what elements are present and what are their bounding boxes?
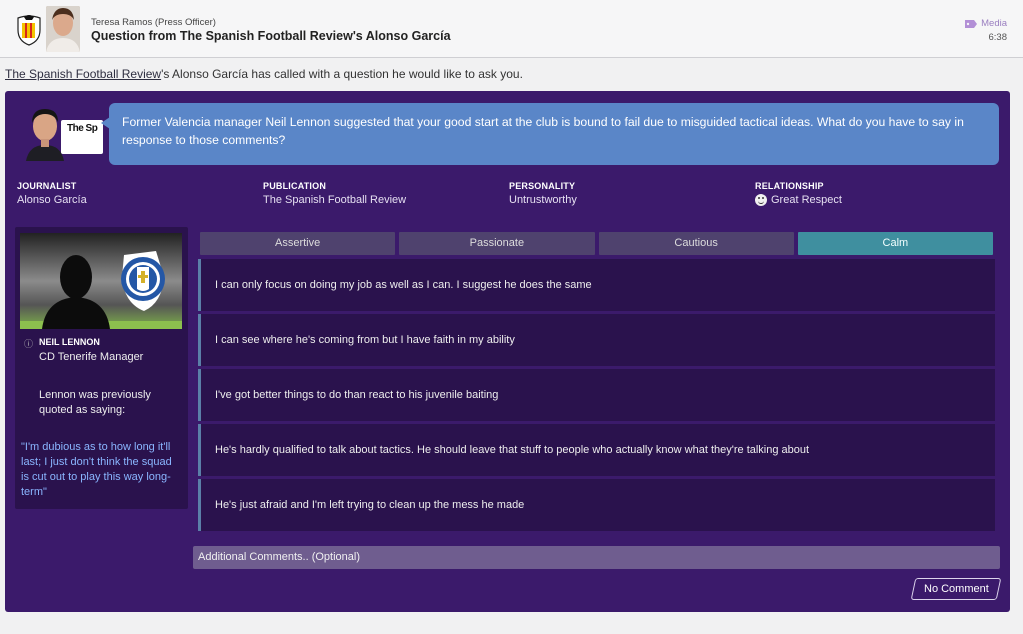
answer-list: I can only focus on doing my job as well… [198, 259, 995, 534]
personality-field: PERSONALITY Untrustworthy [509, 181, 577, 206]
answer-option[interactable]: I can see where he's coming from but I h… [198, 314, 995, 366]
relationship-value: Great Respect [771, 194, 842, 206]
relationship-field: RELATIONSHIP Great Respect [755, 181, 842, 206]
no-comment-label: No Comment [923, 583, 989, 595]
personality-value: Untrustworthy [509, 194, 577, 206]
message-header: Teresa Ramos (Press Officer) Question fr… [0, 0, 1023, 58]
press-officer-avatar [46, 6, 80, 52]
personality-label: PERSONALITY [509, 181, 576, 191]
media-label: Media [981, 18, 1007, 29]
quote-lead: Lennon was previously quoted as saying: [39, 389, 151, 416]
journalist-field: JOURNALIST Alonso García [17, 181, 87, 206]
answer-option[interactable]: He's just afraid and I'm left trying to … [198, 479, 995, 531]
tab-cautious[interactable]: Cautious [598, 232, 794, 255]
answer-option[interactable]: He's hardly qualified to talk about tact… [198, 424, 995, 476]
media-tag: Media [965, 18, 1007, 29]
no-comment-button[interactable]: No Comment [910, 578, 1002, 600]
tab-assertive[interactable]: Assertive [200, 232, 396, 255]
manager-card: ⓘ NEIL LENNON CD Tenerife Manager Lennon… [15, 227, 188, 509]
journalist-value: Alonso García [17, 194, 87, 206]
answer-option[interactable]: I can only focus on doing my job as well… [198, 259, 995, 311]
manager-role: CD Tenerife Manager [39, 351, 144, 363]
publication-link[interactable]: The Spanish Football Review [5, 67, 161, 81]
additional-comments-input[interactable]: Additional Comments.. (Optional) [193, 546, 1000, 569]
manager-photo [20, 233, 182, 329]
publication-value: The Spanish Football Review [263, 194, 407, 206]
tag-icon [965, 19, 978, 28]
message-subject: Question from The Spanish Football Revie… [91, 29, 451, 43]
valencia-crest-icon [17, 15, 41, 46]
intro-text: The Spanish Football Review's Alonso Gar… [5, 67, 523, 81]
sender-line: Teresa Ramos (Press Officer) [91, 17, 216, 28]
intro-rest: 's Alonso García has called with a quest… [161, 67, 523, 81]
smiley-icon [755, 194, 767, 206]
relationship-label: RELATIONSHIP [755, 181, 824, 191]
relationship-row: Great Respect [755, 194, 842, 206]
manager-name[interactable]: NEIL LENNON [39, 337, 100, 347]
publication-field: PUBLICATION The Spanish Football Review [263, 181, 406, 206]
tone-tabs: Assertive Passionate Cautious Calm [200, 232, 993, 255]
publication-label: PUBLICATION [263, 181, 327, 191]
tab-passionate[interactable]: Passionate [399, 232, 595, 255]
publication-logo: The Sp [61, 120, 103, 154]
journalist-label: JOURNALIST [17, 181, 77, 191]
manager-icon: ⓘ [24, 339, 34, 349]
message-time: 6:38 [988, 32, 1008, 43]
question-bubble: Former Valencia manager Neil Lennon sugg… [109, 103, 999, 165]
answer-option[interactable]: I've got better things to do than react … [198, 369, 995, 421]
manager-quote: "I'm dubious as to how long it'll last; … [21, 441, 172, 498]
tab-calm[interactable]: Calm [797, 232, 993, 255]
press-conference-panel: The Sp Former Valencia manager Neil Lenn… [5, 91, 1010, 612]
